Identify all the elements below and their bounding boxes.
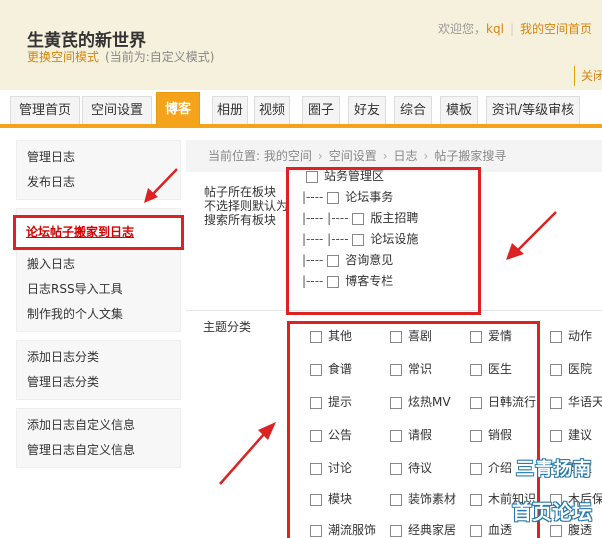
board-label-line: 搜索所有板块 xyxy=(204,213,277,227)
sidebar-item-import-log[interactable]: 搬入日志 xyxy=(17,252,180,277)
breadcrumb-separator: › xyxy=(317,149,323,163)
breadcrumb-separator: › xyxy=(423,149,429,163)
welcome-bar: 欢迎您，kql | 我的空间首页 xyxy=(438,20,592,37)
tab-space-settings[interactable]: 空间设置 xyxy=(82,96,152,124)
breadcrumb-prefix: 当前位置: xyxy=(208,149,261,163)
change-mode-label[interactable]: 更换空间模式 xyxy=(27,50,99,64)
tab-news-level-review[interactable]: 资讯/等级审核 xyxy=(486,96,580,124)
change-mode-link[interactable]: 更换空间模式 (当前为:自定义模式) xyxy=(27,48,214,65)
close-link[interactable]: 关闭 xyxy=(574,66,602,86)
tab-album[interactable]: 相册 xyxy=(212,96,248,124)
board-field-label: 帖子所在板块 不选择则默认为 搜索所有板块 xyxy=(204,185,288,227)
breadcrumb-my-space[interactable]: 我的空间 xyxy=(264,149,312,163)
topic-label: 医院 xyxy=(568,362,593,376)
sidebar-group-import: 论坛帖子搬家到日志 搬入日志 日志RSS导入工具 制作我的个人文集 xyxy=(13,208,184,332)
tab-circle[interactable]: 圈子 xyxy=(302,96,340,124)
sidebar-item-manage-category[interactable]: 管理日志分类 xyxy=(17,370,180,395)
highlight-frame: 论坛帖子搬家到日志 xyxy=(13,215,184,250)
site-watermark: 三青扬南 首页论坛 xyxy=(492,452,602,538)
breadcrumb-log[interactable]: 日志 xyxy=(394,149,418,163)
topic-option[interactable]: 建议 xyxy=(550,426,592,443)
topic-checkbox[interactable] xyxy=(550,330,562,343)
sidebar-item-forum-to-log[interactable]: 论坛帖子搬家到日志 xyxy=(16,220,181,245)
board-label-line: 帖子所在板块 xyxy=(204,185,277,199)
arrow-to-sidebar-icon xyxy=(144,168,178,203)
topic-label: 动作 xyxy=(568,329,593,343)
current-mode-text: (当前为:自定义模式) xyxy=(105,50,215,64)
arrow-to-board-list-icon xyxy=(506,211,557,260)
sidebar-item-rss-import[interactable]: 日志RSS导入工具 xyxy=(17,277,180,302)
my-space-link[interactable]: 我的空间首页 xyxy=(520,22,592,36)
board-highlight-frame xyxy=(286,167,481,315)
topic-checkbox[interactable] xyxy=(550,396,562,409)
watermark-line2: 首页论坛 xyxy=(512,500,592,524)
tab-general[interactable]: 综合 xyxy=(394,96,432,124)
topic-field-label: 主题分类 xyxy=(203,320,252,334)
sidebar-item-add-custom-info[interactable]: 添加日志自定义信息 xyxy=(17,413,180,438)
topic-checkbox[interactable] xyxy=(550,429,562,442)
tab-manage-home[interactable]: 管理首页 xyxy=(10,96,80,124)
tab-video[interactable]: 视频 xyxy=(254,96,290,124)
main-nav: 管理首页 空间设置 博客 相册 视频 圈子 好友 综合 模板 资讯/等级审核 xyxy=(0,90,602,128)
board-label-line: 不选择则默认为 xyxy=(204,199,289,213)
sidebar-item-manage-custom-info[interactable]: 管理日志自定义信息 xyxy=(17,438,180,463)
topic-option[interactable]: 华语天 xyxy=(550,393,602,410)
watermark-line1: 三青扬南 xyxy=(516,459,592,480)
topic-checkbox[interactable] xyxy=(550,363,562,376)
sidebar-group-custom-info: 添加日志自定义信息 管理日志自定义信息 xyxy=(16,408,181,468)
breadcrumb-current: 帖子搬家搜寻 xyxy=(434,149,507,163)
space-header: 生黄芪的新世界 更换空间模式 (当前为:自定义模式) 欢迎您，kql | 我的空间首页… xyxy=(0,0,602,91)
sidebar-item-add-category[interactable]: 添加日志分类 xyxy=(17,345,180,370)
topic-label: 华语天 xyxy=(568,395,602,409)
breadcrumb-separator: › xyxy=(382,149,388,163)
tab-template[interactable]: 模板 xyxy=(440,96,478,124)
breadcrumb-space-settings[interactable]: 空间设置 xyxy=(329,149,377,163)
sidebar-group-category: 添加日志分类 管理日志分类 xyxy=(16,340,181,400)
topic-option[interactable]: 医院 xyxy=(550,360,592,377)
topic-label: 建议 xyxy=(568,428,593,442)
topic-option[interactable]: 动作 xyxy=(550,327,592,344)
sidebar-item-personal-collection[interactable]: 制作我的个人文集 xyxy=(17,302,180,327)
welcome-text: 欢迎您， xyxy=(438,22,487,36)
arrow-to-topics-icon xyxy=(219,422,276,485)
tab-blog[interactable]: 博客 xyxy=(156,92,200,125)
welcome-divider: | xyxy=(509,22,514,36)
tab-friends[interactable]: 好友 xyxy=(348,96,386,124)
username-link[interactable]: kql xyxy=(486,22,504,36)
